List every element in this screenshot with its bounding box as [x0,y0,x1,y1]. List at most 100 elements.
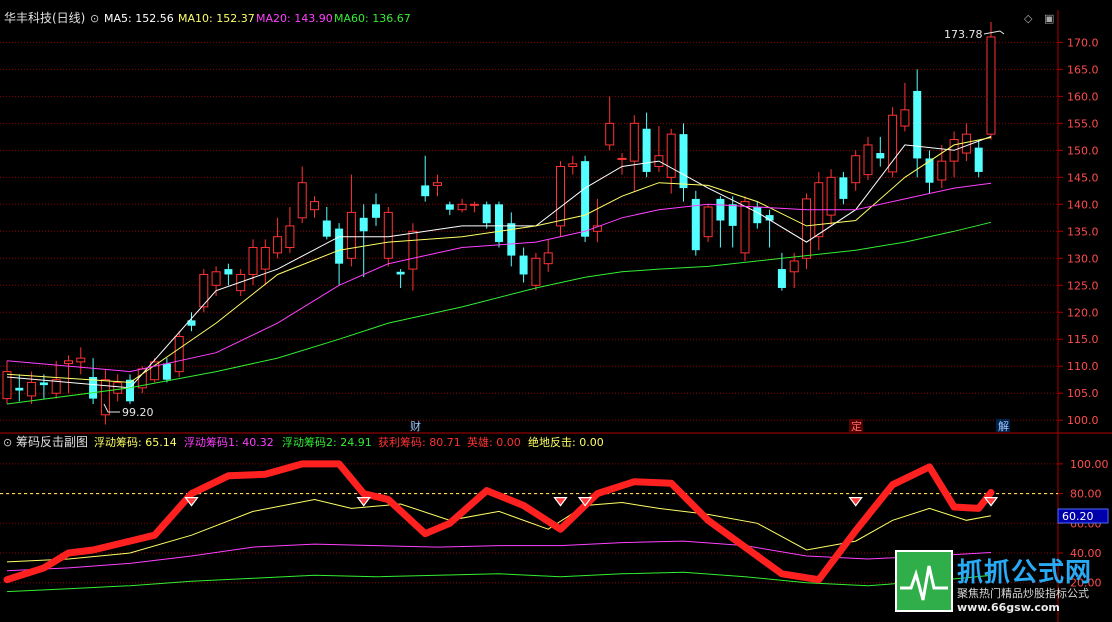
candle-body [629,122,639,162]
panel-window-icon[interactable]: ▣ [1044,12,1054,25]
candle-body [876,153,885,159]
sub-legend: 浮动筹码: 65.14 浮动筹码1: 40.32 浮动筹码2: 24.91 获利筹码:… [94,435,604,449]
price-tick-label: 130.0 [1067,252,1099,265]
candle-body [789,260,799,273]
candle-body [605,122,615,146]
candle-body [113,381,123,394]
candle-body [617,157,627,160]
candle-body [433,182,442,186]
price-tick-label: 135.0 [1067,225,1099,238]
candle-body [703,206,713,238]
candle-body [383,211,393,259]
candle-body [322,220,331,237]
candle-body [64,360,73,365]
price-tick-label: 155.0 [1067,117,1099,130]
price-tick-label: 160.0 [1067,90,1099,103]
marker-unlock[interactable]: 解 [998,419,1009,433]
candle-body [495,204,503,243]
candle-body [39,382,48,386]
ma-legend: MA5: 152.56 MA10: 152.37 MA20: 143.90 MA60:… [104,12,411,25]
diamond-icon[interactable]: ◇ [1024,12,1033,25]
candle-body [888,114,898,173]
candle-body [753,207,762,224]
candle-body [469,203,479,206]
candle-body [740,201,750,254]
candle-body [556,166,565,227]
candle-body [974,147,983,172]
candle-body [507,223,516,256]
candle-body [224,269,233,275]
candle-body [531,257,541,286]
watermark-site[interactable]: www.66gsw.com [957,601,1060,614]
candle-body [925,158,934,183]
candle-body [482,204,491,224]
candle-body [913,90,922,159]
candle-body [777,269,786,288]
candle-body [162,363,171,380]
candle-body [285,225,295,248]
sub-legend-item: 英雄: 0.00 [467,435,521,449]
ma-legend-item: MA20: 143.90 [256,12,333,25]
ma-legend-item: MA10: 152.37 [178,12,255,25]
candle-body [581,161,590,237]
candle-body [260,246,270,270]
current-value-label: 60.20 [1062,510,1094,523]
candle-body [150,361,160,381]
price-tick-label: 115.0 [1067,333,1099,346]
candle-body [408,230,418,270]
candle-body [335,228,344,264]
marker-finance[interactable]: 财 [410,419,421,433]
price-tick-label: 170.0 [1067,36,1099,49]
candle-body [937,160,947,181]
candle-body [716,198,725,221]
candle-body [15,387,24,391]
sub-title: 筹码反击副图 [16,435,88,449]
candle-body [346,211,356,259]
candle-body [248,246,258,275]
watermark-title: 抓抓公式网 [957,558,1093,588]
candle-body [457,203,467,211]
candle-body [76,357,86,363]
marker-fixed[interactable]: 定 [851,419,862,433]
legend-toggle-icon[interactable]: ⊙ [90,12,99,25]
price-tick-label: 105.0 [1067,387,1099,400]
candle-body [986,36,996,135]
price-tick-label: 120.0 [1067,306,1099,319]
candle-body [863,144,873,176]
price-tick-label: 145.0 [1067,171,1099,184]
candle-body [679,134,688,189]
candle-body [396,271,405,275]
price-tick-label: 100.0 [1067,414,1099,427]
candle-body [421,185,430,197]
app-root: { "topbar": { "tabs": ["分时", "1分钟", "5分钟… [0,0,1112,622]
sub-legend-item: 浮动筹码: 65.14 [94,435,177,449]
sub-legend-item: 获利筹码: 80.71 [378,435,461,449]
watermark: 抓抓公式网 聚焦热门精品炒股指标公式 www.66gsw.com [895,550,1112,622]
price-tick-label: 140.0 [1067,198,1099,211]
candle-body [27,381,37,397]
candle-body [359,217,368,232]
main-title: 华丰科技(日线) [4,11,85,25]
candle-body [961,133,971,154]
candle-body [211,271,221,286]
sub-legend-item: 绝地反击: 0.00 [528,435,604,449]
candle-body [273,236,283,254]
price-tick-label: 165.0 [1067,63,1099,76]
candle-body [728,204,737,226]
sub-tick-label: 100.00 [1070,458,1109,471]
price-tick-label: 110.0 [1067,360,1099,373]
candle-body [839,177,848,199]
candle-body [310,201,319,211]
candle-body [174,336,184,373]
candle-body [666,133,676,178]
price-tick-label: 150.0 [1067,144,1099,157]
price-tick-label: 125.0 [1067,279,1099,292]
candle-body [543,252,553,265]
watermark-logo-icon [895,550,953,612]
candle-body [519,255,528,275]
sub-settings-icon[interactable]: ⊙ [3,436,12,449]
candle-body [372,204,380,218]
candle-body [851,155,861,184]
low-price-label: 99.20 [122,406,154,419]
candle-body [802,198,811,259]
